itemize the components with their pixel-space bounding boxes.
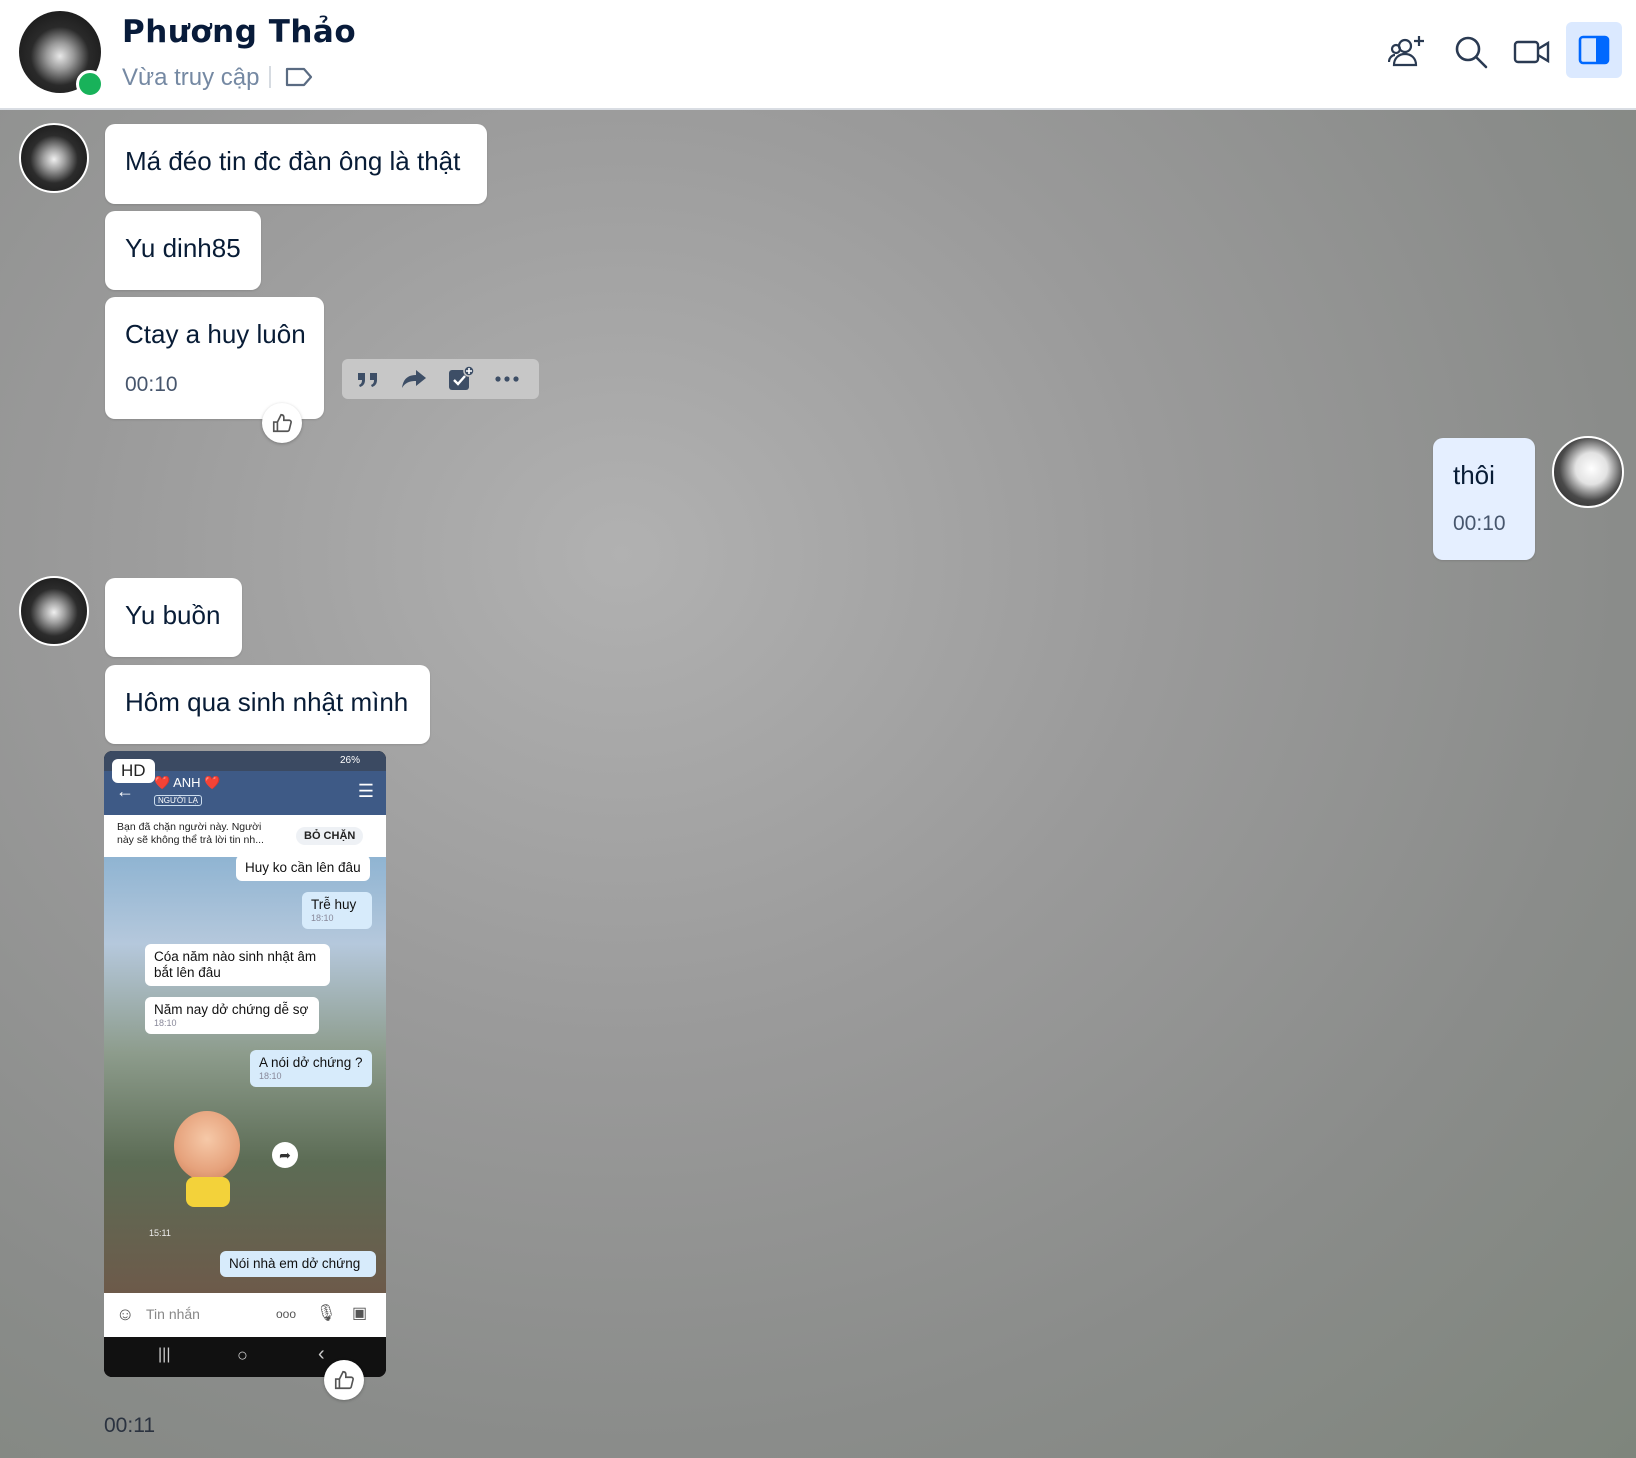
message-bubble[interactable]: Ctay a huy luôn 00:10 — [105, 297, 324, 419]
blocked-text: Bạn đã chặn người này. Người này sẽ khôn… — [117, 821, 264, 846]
recent-apps-icon: ||| — [158, 1346, 171, 1363]
phone-message: A nói dở chứng ? 18:10 — [250, 1050, 372, 1087]
contact-status: Vừa truy cập — [122, 64, 260, 91]
sticker-face — [174, 1111, 240, 1181]
back-icon: ‹ — [318, 1343, 325, 1365]
phone-message: Nói nhà em dở chứng — [220, 1251, 376, 1277]
divider — [269, 66, 271, 88]
message-time: 00:10 — [125, 373, 178, 396]
image-picker-icon: ▣ — [352, 1305, 368, 1322]
sidebar-toggle-icon[interactable] — [1566, 22, 1622, 78]
message-bubble[interactable]: Má đéo tin đc đàn ông là thật — [105, 124, 487, 204]
message-bubble[interactable]: Yu buồn — [105, 578, 242, 657]
home-icon: ○ — [237, 1345, 248, 1365]
video-call-icon[interactable] — [1512, 32, 1552, 72]
phone-message: Năm nay dở chứng dễ sợ 18:10 — [145, 997, 319, 1034]
stranger-tag: NGƯỜI LẠ — [154, 795, 202, 806]
message-time: 00:10 — [1453, 512, 1506, 535]
message-text: thôi — [1453, 460, 1495, 490]
image-message[interactable]: 26% ← ❤️ ANH ❤️ NGƯỜI LẠ ☰ Bạn đã chặn n… — [104, 751, 386, 1377]
phone-message-text: A nói dở chứng ? — [259, 1055, 363, 1070]
mic-icon: 🎙 — [316, 1305, 337, 1322]
phone-input-placeholder: Tin nhắn — [146, 1306, 200, 1322]
message-text: Má đéo tin đc đàn ông là thật — [125, 146, 461, 176]
chat-header: Phương Thảo Vừa truy cập — [0, 0, 1636, 110]
message-text: Hôm qua sinh nhật mình — [125, 687, 409, 717]
more-options-icon[interactable] — [493, 365, 521, 393]
phone-message-time: 18:10 — [311, 913, 334, 923]
sticker-time: 15:11 — [149, 1228, 171, 1238]
share-icon: ➦ — [272, 1142, 298, 1168]
more-icon: ooo — [276, 1307, 297, 1321]
message-bubble[interactable]: Hôm qua sinh nhật mình — [105, 665, 430, 744]
phone-message-time: 18:10 — [259, 1071, 282, 1081]
phone-message: Huy ko cần lên đâu — [236, 855, 370, 881]
blocked-notice: Bạn đã chặn người này. Người này sẽ khôn… — [104, 815, 386, 857]
label-tag-icon[interactable] — [285, 66, 313, 93]
add-task-icon[interactable] — [447, 365, 475, 393]
phone-message: Trễ huy 18:10 — [302, 892, 372, 929]
sender-avatar[interactable] — [19, 123, 89, 193]
phone-message: Cóa năm nào sinh nhật âm bắt lên đâu — [145, 944, 330, 986]
phone-message-text: Năm nay dở chứng dễ sợ — [154, 1002, 309, 1017]
emoji-icon: ☺ — [116, 1304, 135, 1324]
unblock-label: BỎ CHẶN — [296, 827, 364, 845]
phone-input-bar: ☺ Tin nhắn ooo 🎙 ▣ — [104, 1293, 386, 1337]
phone-contact-name: ❤️ ANH ❤️ — [154, 775, 221, 790]
quote-reply-icon[interactable] — [354, 365, 382, 393]
my-message-bubble[interactable]: thôi 00:10 — [1433, 438, 1535, 560]
message-text: Yu buồn — [125, 600, 221, 630]
battery-level: 26% — [339, 755, 360, 766]
like-reaction-button[interactable] — [262, 403, 302, 443]
hd-badge: HD — [112, 759, 155, 783]
my-avatar[interactable] — [1552, 436, 1624, 508]
message-bubble[interactable]: Yu dinh85 — [105, 211, 261, 290]
like-reaction-button[interactable] — [324, 1360, 364, 1400]
phone-message-time: 18:10 — [154, 1018, 177, 1028]
message-text: Yu dinh85 — [125, 233, 241, 263]
sender-avatar[interactable] — [19, 576, 89, 646]
contact-name[interactable]: Phương Thảo — [122, 14, 356, 50]
phone-message-text: Trễ huy — [311, 897, 357, 912]
sticker-body — [186, 1177, 230, 1207]
menu-list-icon: ☰ — [357, 781, 374, 801]
add-group-icon[interactable] — [1387, 32, 1428, 72]
message-action-toolbar — [342, 359, 539, 399]
forward-icon[interactable] — [400, 365, 428, 393]
back-arrow-icon: ← — [116, 781, 134, 801]
search-icon[interactable] — [1451, 32, 1491, 72]
message-time: 00:11 — [104, 1414, 155, 1437]
online-status-dot — [76, 70, 104, 98]
message-text: Ctay a huy luôn — [125, 319, 306, 349]
